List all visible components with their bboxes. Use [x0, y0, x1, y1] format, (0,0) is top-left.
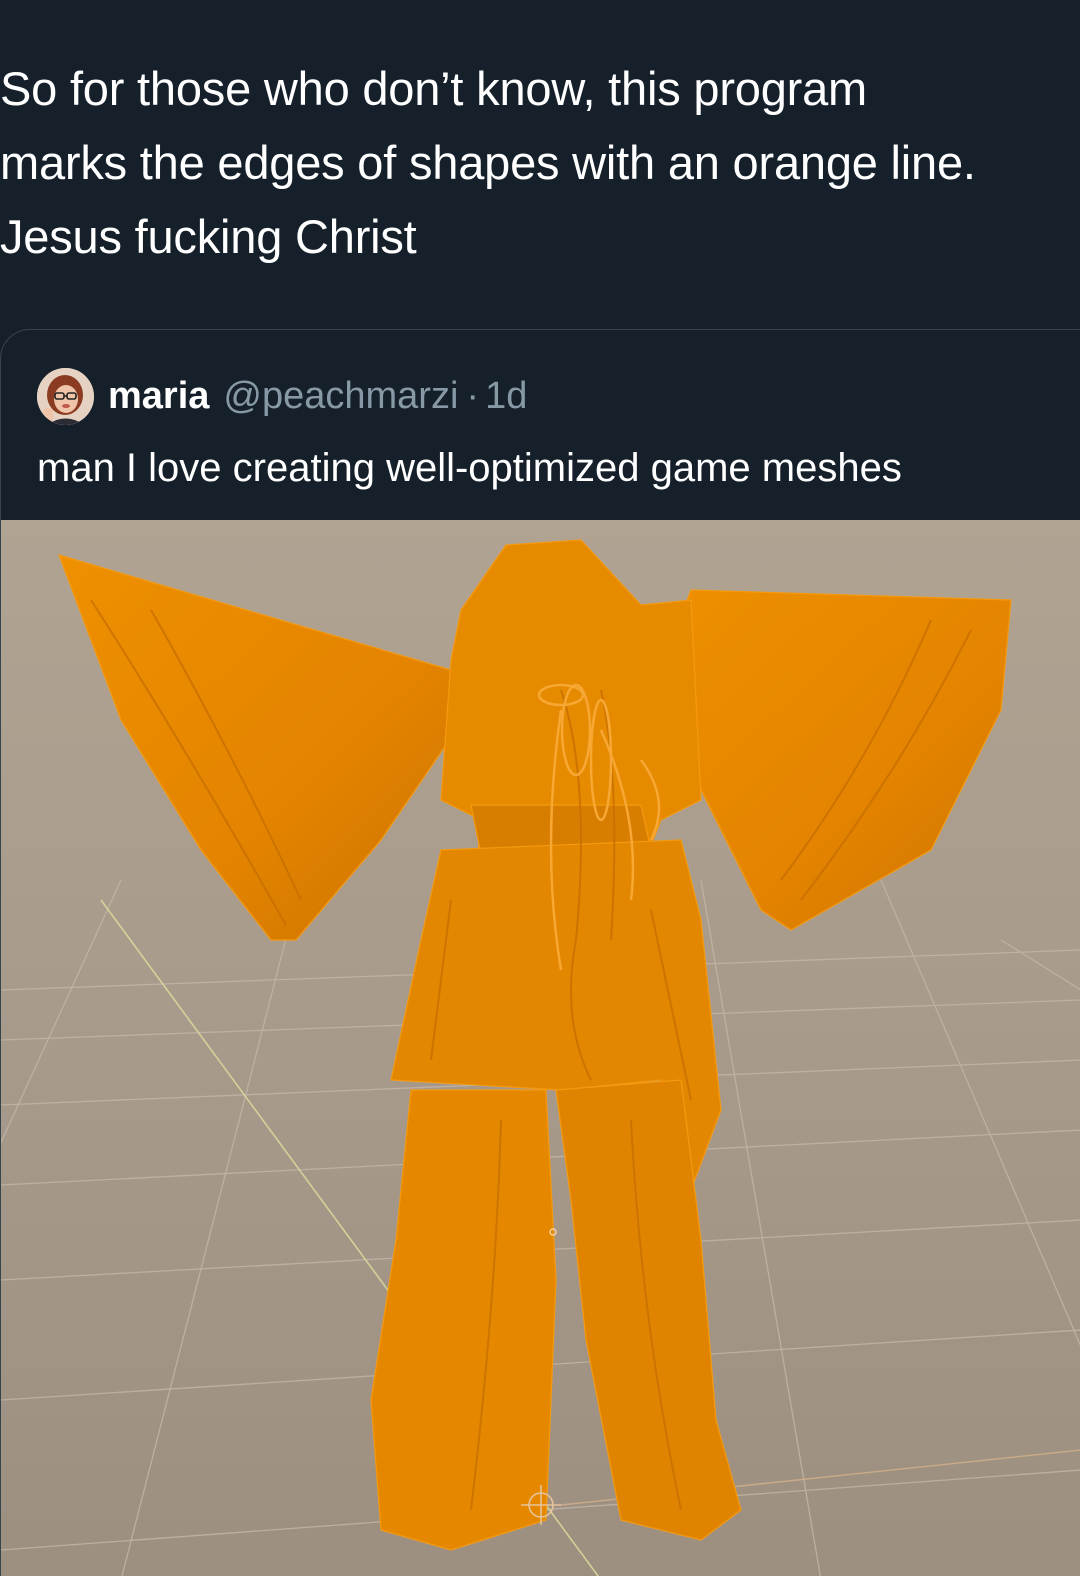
tweet-line-2: marks the edges of shapes with an orange… — [0, 136, 976, 189]
tweet-line-3: Jesus fucking Christ — [0, 210, 417, 263]
user-handle[interactable]: @peachmarzi — [223, 375, 458, 418]
orange-mesh-outfit-render — [1, 520, 1080, 1576]
tweet-line-1: So for those who don’t know, this progra… — [0, 62, 867, 115]
tweet-body: So for those who don’t know, this progra… — [0, 52, 1060, 274]
quoted-tweet-media[interactable] — [1, 520, 1080, 1576]
tweet-age[interactable]: 1d — [485, 375, 527, 418]
display-name[interactable]: maria — [108, 375, 209, 418]
tweet-screenshot: So for those who don’t know, this progra… — [0, 0, 1080, 1576]
meta-separator: · — [466, 374, 480, 417]
quoted-tweet-header: maria @peachmarzi · 1d — [37, 366, 527, 426]
quoted-tweet-text: man I love creating well-optimized game … — [37, 446, 902, 490]
quoted-tweet-card[interactable]: maria @peachmarzi · 1d man I love creati… — [0, 329, 1080, 1576]
avatar-image — [37, 367, 94, 425]
avatar[interactable] — [37, 367, 94, 425]
